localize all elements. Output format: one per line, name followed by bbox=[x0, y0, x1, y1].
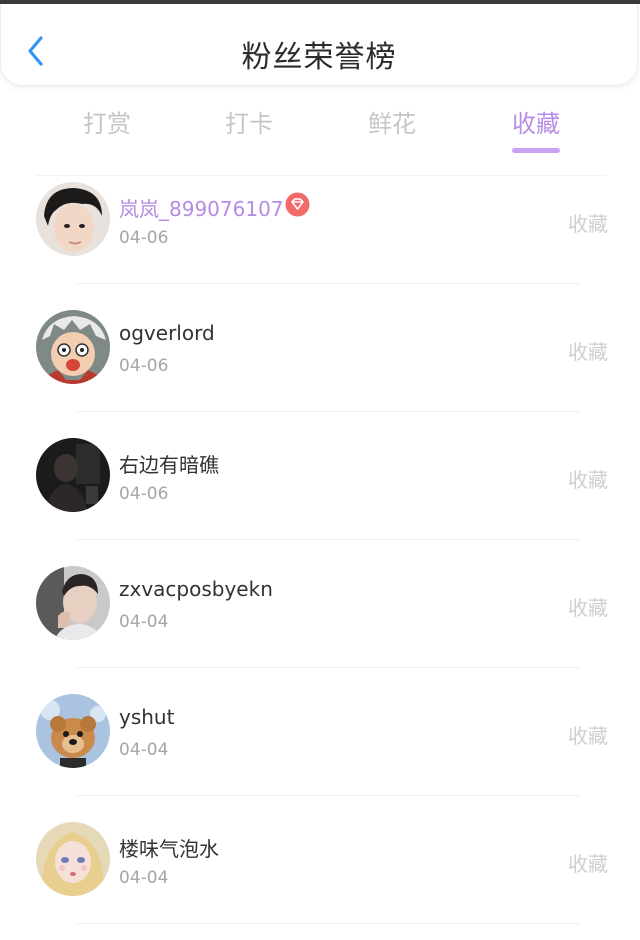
tab-favorites[interactable]: 收藏 bbox=[486, 104, 586, 139]
avatar[interactable] bbox=[36, 310, 110, 384]
fan-date: 04-06 bbox=[119, 228, 169, 248]
fan-honor-screen: 粉丝荣誉榜 打赏 打卡 鲜花 收藏 岚岚_899076107 04-06 收藏 … bbox=[0, 0, 640, 940]
fan-name[interactable]: yshut bbox=[119, 705, 174, 729]
tab-flowers[interactable]: 鲜花 bbox=[342, 104, 442, 139]
fan-name[interactable]: 右边有暗礁 bbox=[119, 449, 219, 478]
active-tab-indicator bbox=[512, 148, 560, 153]
action-label: 收藏 bbox=[568, 724, 608, 748]
action-label: 收藏 bbox=[568, 340, 608, 364]
header-bar: 粉丝荣誉榜 bbox=[0, 4, 638, 86]
avatar[interactable] bbox=[36, 182, 110, 256]
avatar-dark-photo-icon bbox=[36, 438, 110, 512]
page-title: 粉丝荣誉榜 bbox=[241, 40, 397, 75]
fan-name[interactable]: 岚岚_899076107 bbox=[119, 193, 284, 222]
tab-bar: 打赏 打卡 鲜花 收藏 bbox=[0, 100, 640, 160]
fan-row[interactable]: ogverlord 04-06 收藏 bbox=[0, 284, 640, 412]
tab-reward[interactable]: 打赏 bbox=[57, 104, 157, 139]
avatar-young-man-icon bbox=[36, 182, 110, 256]
fan-date: 04-04 bbox=[119, 740, 169, 760]
row-divider bbox=[75, 923, 580, 924]
fan-date: 04-06 bbox=[119, 356, 169, 376]
avatar-anime-girl-icon bbox=[36, 822, 110, 896]
fan-date: 04-06 bbox=[119, 484, 169, 504]
fan-name[interactable]: ogverlord bbox=[119, 321, 215, 345]
avatar-man-portrait-icon bbox=[36, 566, 110, 640]
action-label: 收藏 bbox=[568, 468, 608, 492]
avatar[interactable] bbox=[36, 566, 110, 640]
fan-row[interactable]: 岚岚_899076107 04-06 收藏 bbox=[0, 156, 640, 284]
fan-date: 04-04 bbox=[119, 612, 169, 632]
fan-date: 04-04 bbox=[119, 868, 169, 888]
fan-name[interactable]: 楼味气泡水 bbox=[119, 833, 219, 862]
avatar-puppy-icon bbox=[36, 694, 110, 768]
action-label: 收藏 bbox=[568, 212, 608, 236]
avatar[interactable] bbox=[36, 438, 110, 512]
fan-row[interactable]: 楼味气泡水 04-04 收藏 bbox=[0, 796, 640, 924]
fan-list: 岚岚_899076107 04-06 收藏 ogverlord 04-06 收藏… bbox=[0, 156, 640, 924]
tab-checkin[interactable]: 打卡 bbox=[199, 104, 299, 139]
avatar-cartoon-icon bbox=[36, 310, 110, 384]
avatar[interactable] bbox=[36, 822, 110, 896]
fan-row[interactable]: 右边有暗礁 04-06 收藏 bbox=[0, 412, 640, 540]
diamond-badge-icon bbox=[285, 192, 310, 217]
fan-name[interactable]: zxvacposbyekn bbox=[119, 577, 273, 601]
action-label: 收藏 bbox=[568, 596, 608, 620]
avatar[interactable] bbox=[36, 694, 110, 768]
action-label: 收藏 bbox=[568, 852, 608, 876]
fan-row[interactable]: zxvacposbyekn 04-04 收藏 bbox=[0, 540, 640, 668]
fan-row[interactable]: yshut 04-04 收藏 bbox=[0, 668, 640, 796]
